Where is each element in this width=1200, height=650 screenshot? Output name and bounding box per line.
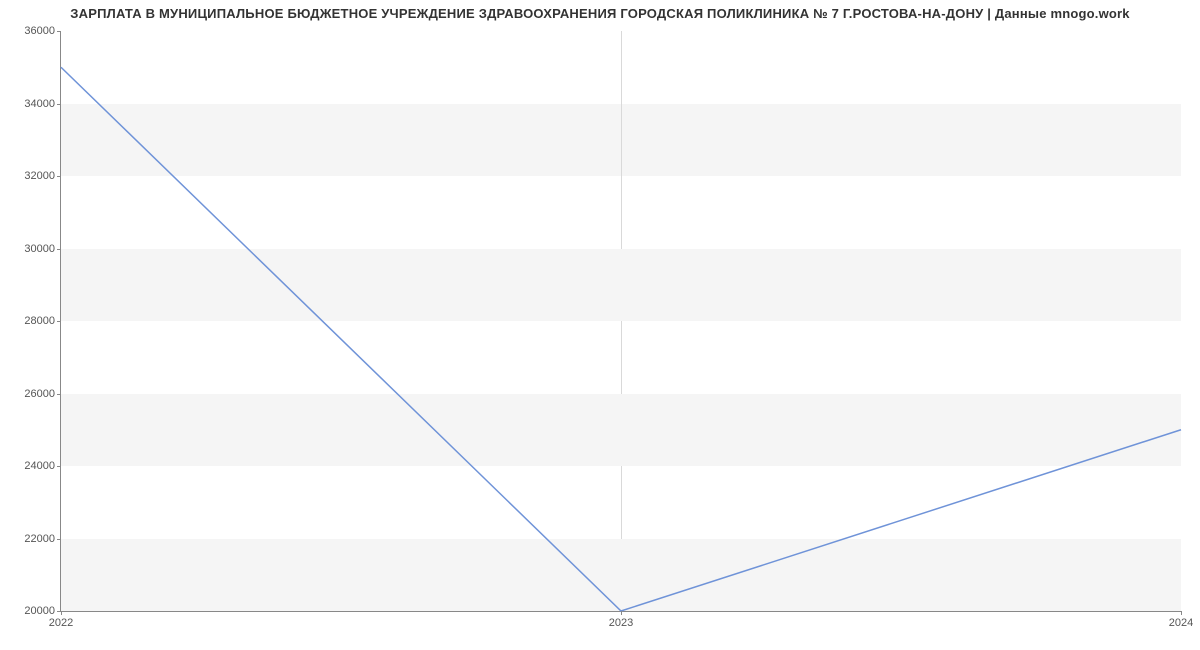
y-tick [57,176,61,177]
plot-area: 2000022000240002600028000300003200034000… [60,31,1181,612]
y-tick [57,31,61,32]
chart-area: 2000022000240002600028000300003200034000… [60,31,1180,611]
y-tick-label: 26000 [13,388,55,400]
y-tick [57,466,61,467]
y-tick-label: 24000 [13,460,55,472]
y-tick-label: 30000 [13,243,55,255]
y-tick [57,539,61,540]
chart-title: ЗАРПЛАТА В МУНИЦИПАЛЬНОЕ БЮДЖЕТНОЕ УЧРЕЖ… [0,0,1200,21]
y-tick-label: 20000 [13,605,55,617]
y-tick-label: 34000 [13,98,55,110]
y-tick [57,321,61,322]
y-tick-label: 28000 [13,315,55,327]
y-tick [57,394,61,395]
x-tick-label: 2023 [609,617,633,629]
y-tick-label: 22000 [13,533,55,545]
x-tick-label: 2022 [49,617,73,629]
y-tick-label: 36000 [13,25,55,37]
x-tick [621,611,622,615]
x-tick [61,611,62,615]
y-tick [57,249,61,250]
y-tick-label: 32000 [13,170,55,182]
y-tick [57,104,61,105]
x-tick-label: 2024 [1169,617,1193,629]
x-tick [1181,611,1182,615]
line-series [61,31,1181,611]
data-line [61,67,1181,611]
